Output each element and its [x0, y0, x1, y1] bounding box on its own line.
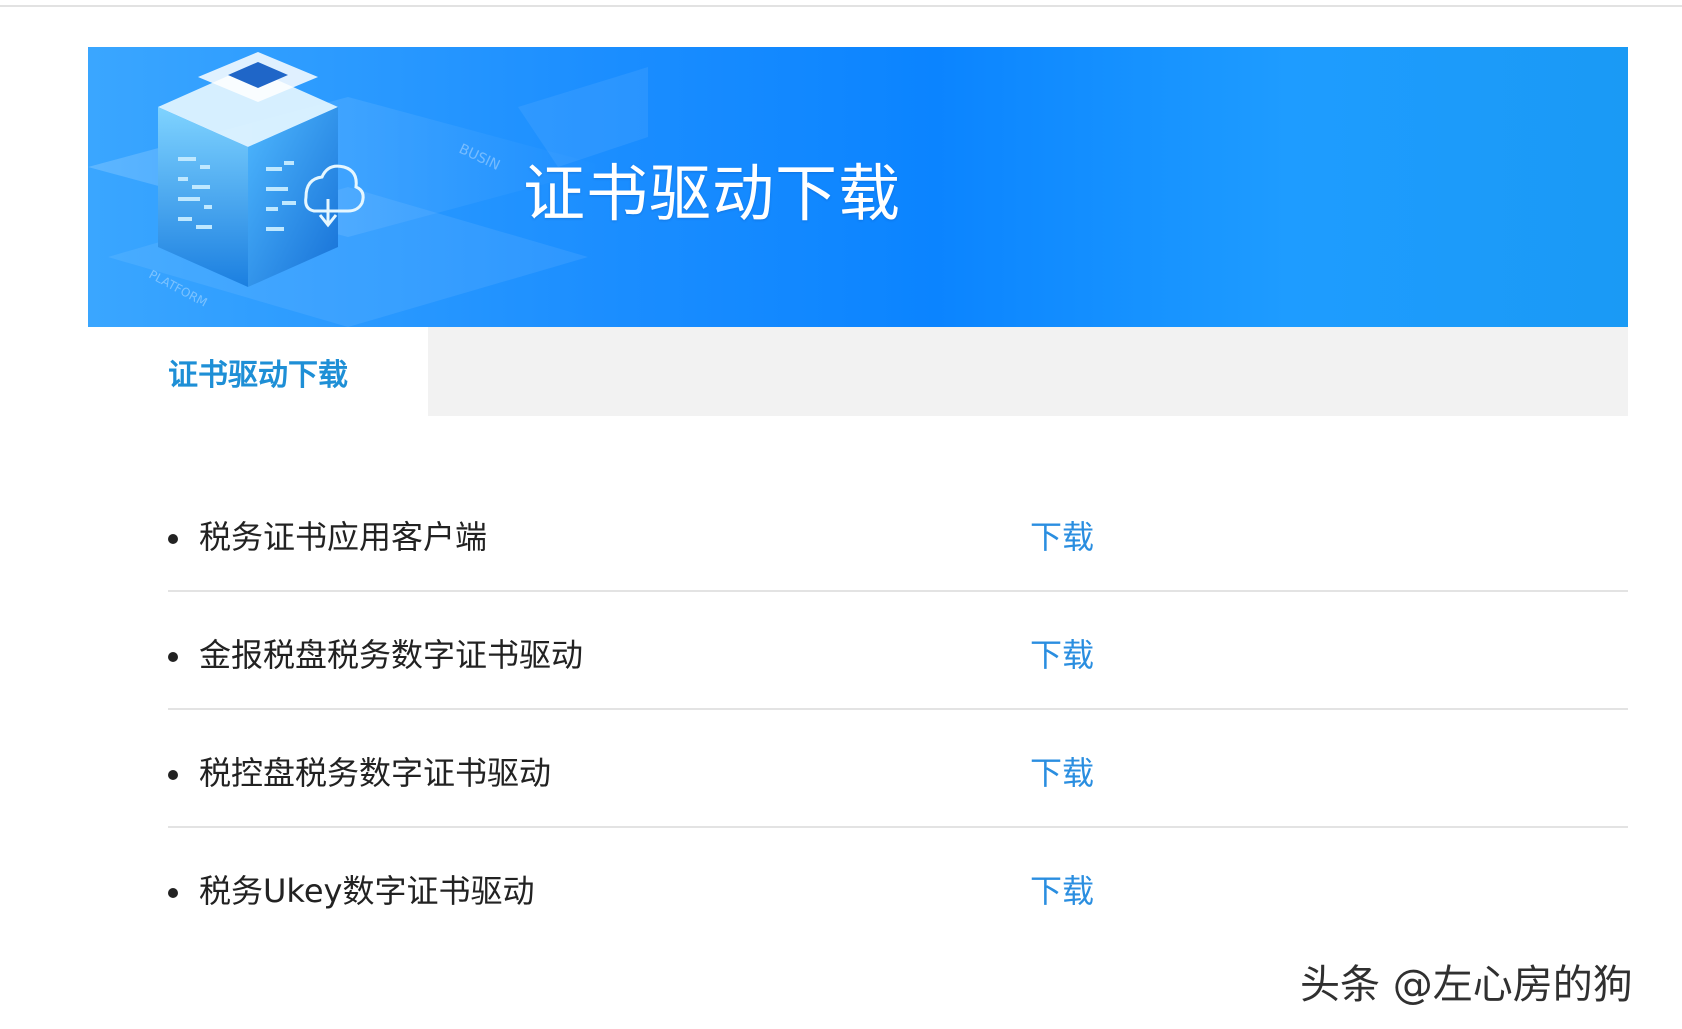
list-item: 金报税盘税务数字证书驱动 下载	[168, 592, 1628, 710]
bullet-icon	[168, 770, 178, 780]
bullet-icon	[168, 534, 178, 544]
bullet-icon	[168, 652, 178, 662]
watermark-text: 头条 @左心房的狗	[1300, 962, 1633, 1008]
top-divider	[0, 5, 1682, 7]
list-item: 税控盘税务数字证书驱动 下载	[168, 710, 1628, 828]
download-item-name: 税务Ukey数字证书驱动	[199, 872, 535, 910]
list-item: 税务Ukey数字证书驱动 下载	[168, 828, 1628, 946]
download-item-name: 金报税盘税务数字证书驱动	[199, 636, 584, 674]
page-banner: BUSIN PLATFORM 证书驱动下载	[88, 47, 1628, 327]
download-item-name: 税控盘税务数字证书驱动	[199, 754, 552, 792]
tab-cert-driver-download[interactable]: 证书驱动下载	[88, 327, 428, 416]
download-link[interactable]: 下载	[1030, 748, 1094, 794]
download-list: 税务证书应用客户端 下载 金报税盘税务数字证书驱动 下载 税控盘税务数字证书驱动…	[168, 474, 1628, 946]
list-item: 税务证书应用客户端 下载	[168, 474, 1628, 592]
download-link[interactable]: 下载	[1030, 630, 1094, 676]
bullet-icon	[168, 888, 178, 898]
tab-bar: 证书驱动下载	[88, 327, 1628, 416]
download-item-name: 税务证书应用客户端	[199, 518, 488, 556]
banner-title: 证书驱动下载	[523, 157, 902, 230]
download-link[interactable]: 下载	[1030, 512, 1094, 558]
download-link[interactable]: 下载	[1030, 866, 1094, 912]
